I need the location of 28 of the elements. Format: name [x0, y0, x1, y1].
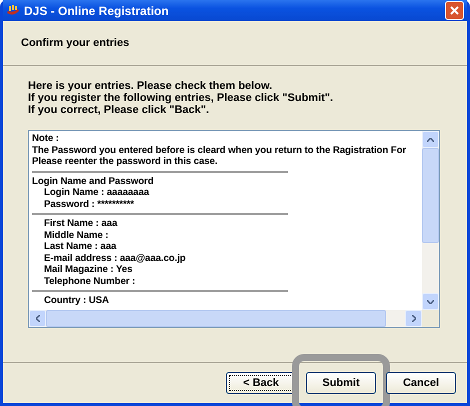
instruction-text: Here is your entries. Please check them below. — [28, 80, 272, 92]
app-icon — [6, 4, 20, 16]
window-title: DJS - Online Registration — [24, 4, 170, 18]
page-heading: Confirm your entries — [21, 37, 130, 49]
entry-text: Login Name : aaaaaaaa — [44, 187, 150, 198]
note-text: Please reenter the password in this case. — [32, 156, 218, 168]
scroll-thumb[interactable] — [422, 148, 439, 243]
note-text: Note : — [32, 133, 59, 144]
entry-text: Password : ********** — [44, 198, 134, 210]
entry-text: Middle Name : — [44, 230, 108, 241]
dialog-button[interactable]: Cancel — [386, 372, 456, 394]
close-icon — [450, 6, 459, 15]
entry-text: Last Name : aaa — [44, 241, 116, 252]
entry-text: Telephone Number : — [44, 276, 136, 287]
instruction-text: If you register the following entries, Please click "Submit". — [28, 92, 334, 104]
scrollbar-corner — [422, 310, 439, 327]
section-heading: Login Name and Password — [32, 176, 154, 187]
horizontal-scrollbar[interactable] — [29, 310, 439, 327]
note-text: The Password you entered before is cleard when you return to the Ragistration For — [32, 144, 406, 156]
entry-text: First Name : aaa — [44, 218, 118, 230]
vertical-scrollbar[interactable] — [422, 131, 439, 310]
close-button[interactable] — [445, 1, 464, 20]
scroll-thumb[interactable] — [46, 310, 386, 327]
entry-text: Mail Magazine : Yes — [44, 264, 132, 276]
instruction-text: If you correct, Please click "Back". — [28, 104, 210, 116]
entry-text: Country : USA — [44, 295, 109, 306]
dialog-button[interactable]: Submit — [306, 372, 376, 394]
entry-text: E-mail address : aaa@aaa.co.jp — [44, 252, 186, 264]
